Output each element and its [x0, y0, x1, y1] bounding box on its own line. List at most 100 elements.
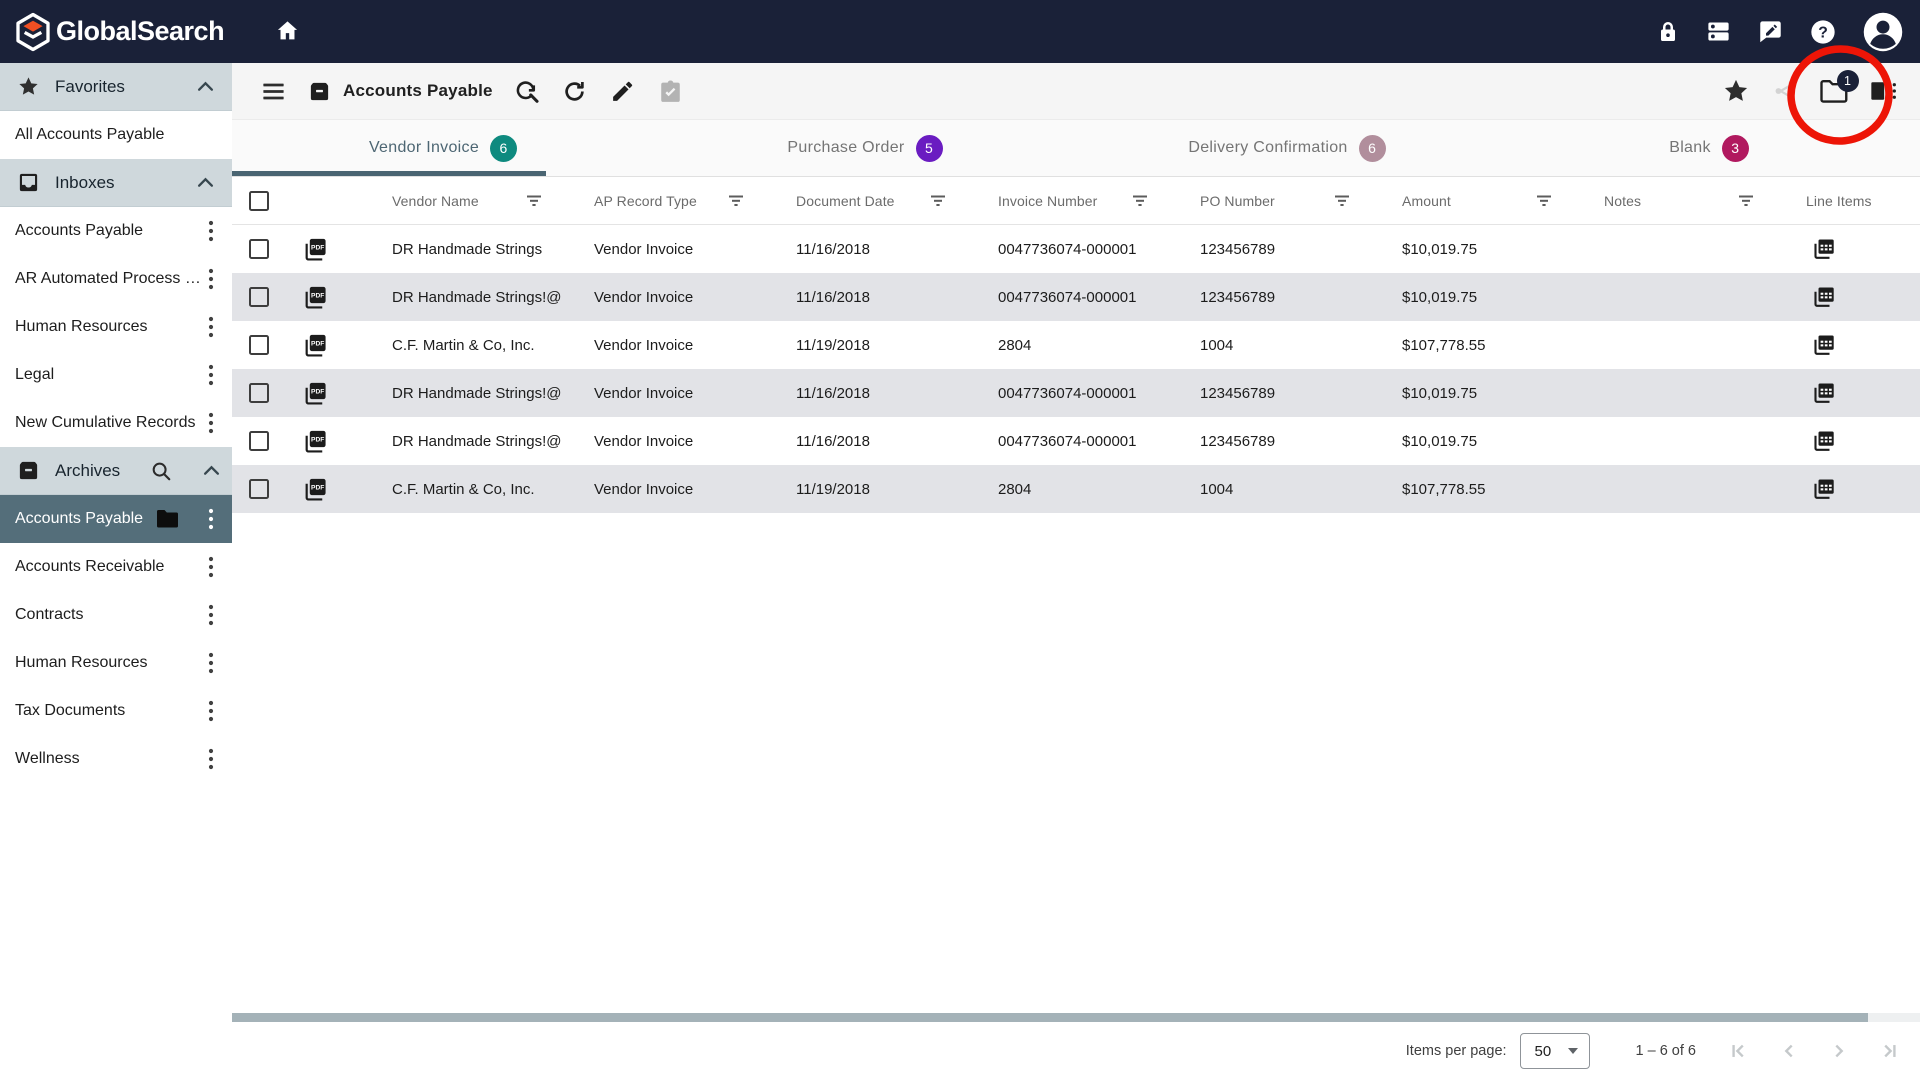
home-button[interactable]: [274, 18, 301, 45]
sidebar-item-new-cumulative-records[interactable]: New Cumulative Records: [0, 399, 232, 447]
pdf-icon[interactable]: [286, 236, 392, 263]
tab-vendor-invoice[interactable]: Vendor Invoice 6: [232, 120, 654, 176]
table-row[interactable]: DR Handmade Strings!@ Vendor Invoice 11/…: [232, 369, 1920, 417]
last-page-button[interactable]: [1876, 1038, 1902, 1064]
chevron-up-icon[interactable]: [197, 81, 214, 92]
first-page-button[interactable]: [1726, 1038, 1752, 1064]
sidebar-item-archive-accounts-payable[interactable]: Accounts Payable: [0, 495, 232, 543]
edit-button[interactable]: [599, 67, 647, 115]
tab-blank[interactable]: Blank 3: [1498, 120, 1920, 176]
cell-invoice-number: 0047736074-000001: [998, 433, 1200, 450]
account-button[interactable]: [1862, 11, 1904, 53]
archives-section-header[interactable]: Archives: [0, 447, 232, 495]
line-items-button[interactable]: [1806, 476, 1920, 502]
sidebar-item-label: Accounts Payable: [15, 222, 143, 240]
table-row[interactable]: DR Handmade Strings!@ Vendor Invoice 11/…: [232, 417, 1920, 465]
tab-purchase-order[interactable]: Purchase Order 5: [654, 120, 1076, 176]
split-view-button[interactable]: [1858, 67, 1907, 115]
kebab-menu-button[interactable]: [208, 700, 214, 722]
horizontal-scrollbar-thumb[interactable]: [232, 1013, 1868, 1022]
cell-invoice-number: 0047736074-000001: [998, 289, 1200, 306]
menu-button[interactable]: [249, 67, 297, 115]
sidebar-item-legal[interactable]: Legal: [0, 351, 232, 399]
kebab-menu-button[interactable]: [208, 556, 214, 578]
kebab-menu-button[interactable]: [208, 364, 214, 386]
sidebar-item-all-accounts-payable[interactable]: All Accounts Payable: [0, 111, 232, 159]
row-checkbox[interactable]: [249, 335, 269, 355]
table-row[interactable]: DR Handmade Strings Vendor Invoice 11/16…: [232, 225, 1920, 273]
sidebar-item-accounts-receivable[interactable]: Accounts Receivable: [0, 543, 232, 591]
kebab-menu-button[interactable]: [208, 268, 214, 290]
kebab-menu-button[interactable]: [208, 412, 214, 434]
inboxes-section-header[interactable]: Inboxes: [0, 159, 232, 207]
star-icon: [1722, 77, 1750, 105]
row-checkbox[interactable]: [249, 239, 269, 259]
tab-count-badge: 6: [490, 135, 517, 162]
kebab-menu-button[interactable]: [208, 220, 214, 242]
filter-icon[interactable]: [525, 194, 543, 208]
help-button[interactable]: ?: [1809, 18, 1837, 46]
kebab-menu-button[interactable]: [208, 748, 214, 770]
filter-icon[interactable]: [1131, 194, 1149, 208]
sidebar-item-tax-documents[interactable]: Tax Documents: [0, 687, 232, 735]
lock-button[interactable]: [1656, 20, 1680, 44]
sidebar-item-wellness[interactable]: Wellness: [0, 735, 232, 783]
favorites-section-header[interactable]: Favorites: [0, 63, 232, 111]
row-checkbox[interactable]: [249, 479, 269, 499]
cell-amount: $107,778.55: [1402, 337, 1604, 354]
sidebar-item-contracts[interactable]: Contracts: [0, 591, 232, 639]
record-type-tabs: Vendor Invoice 6 Purchase Order 5 Delive…: [232, 120, 1920, 177]
tab-delivery-confirmation[interactable]: Delivery Confirmation 6: [1076, 120, 1498, 176]
table-row[interactable]: C.F. Martin & Co, Inc. Vendor Invoice 11…: [232, 465, 1920, 513]
refresh-button[interactable]: [551, 67, 599, 115]
lock-icon: [1656, 20, 1680, 44]
select-all-checkbox[interactable]: [249, 191, 269, 211]
next-page-button[interactable]: [1826, 1038, 1852, 1064]
previous-page-button[interactable]: [1776, 1038, 1802, 1064]
pdf-icon[interactable]: [286, 284, 392, 311]
line-items-button[interactable]: [1806, 236, 1920, 262]
sidebar-item-inbox-human-resources[interactable]: Human Resources: [0, 303, 232, 351]
line-items-button[interactable]: [1806, 380, 1920, 406]
pdf-icon[interactable]: [286, 380, 392, 407]
pdf-icon[interactable]: [286, 476, 392, 503]
favorite-button[interactable]: [1711, 67, 1760, 115]
pdf-icon[interactable]: [286, 332, 392, 359]
horizontal-scrollbar[interactable]: [232, 1013, 1920, 1022]
tab-label: Vendor Invoice: [369, 139, 479, 157]
table-row[interactable]: C.F. Martin & Co, Inc. Vendor Invoice 11…: [232, 321, 1920, 369]
filter-icon[interactable]: [1737, 194, 1755, 208]
sidebar-item-ar-automated-process[interactable]: AR Automated Process …: [0, 255, 232, 303]
filter-icon[interactable]: [929, 194, 947, 208]
share-button[interactable]: [1760, 67, 1809, 115]
cell-po-number: 123456789: [1200, 385, 1402, 402]
server-list-button[interactable]: [1705, 18, 1732, 45]
row-checkbox[interactable]: [249, 383, 269, 403]
verify-button[interactable]: [647, 67, 695, 115]
sidebar-item-archive-human-resources[interactable]: Human Resources: [0, 639, 232, 687]
line-items-button[interactable]: [1806, 284, 1920, 310]
page-size-select[interactable]: 50: [1520, 1033, 1590, 1069]
line-items-button[interactable]: [1806, 332, 1920, 358]
filter-icon[interactable]: [727, 194, 745, 208]
kebab-menu-button[interactable]: [208, 604, 214, 626]
line-items-button[interactable]: [1806, 428, 1920, 454]
column-header-ap-record-type: AP Record Type: [594, 193, 796, 209]
pdf-icon[interactable]: [286, 428, 392, 455]
feedback-button[interactable]: [1757, 18, 1784, 45]
filter-icon[interactable]: [1333, 194, 1351, 208]
table-row[interactable]: DR Handmade Strings!@ Vendor Invoice 11/…: [232, 273, 1920, 321]
kebab-menu-button[interactable]: [208, 316, 214, 338]
row-checkbox[interactable]: [249, 287, 269, 307]
kebab-menu-button[interactable]: [208, 652, 214, 674]
search-icon[interactable]: [150, 460, 172, 482]
open-documents-button[interactable]: 1: [1809, 67, 1858, 115]
chevron-up-icon[interactable]: [197, 177, 214, 188]
chevron-up-icon[interactable]: [203, 465, 220, 476]
sidebar-item-label: Contracts: [15, 606, 83, 624]
filter-icon[interactable]: [1535, 194, 1553, 208]
search-again-button[interactable]: [503, 67, 551, 115]
sidebar-item-inbox-accounts-payable[interactable]: Accounts Payable: [0, 207, 232, 255]
row-checkbox[interactable]: [249, 431, 269, 451]
kebab-menu-button[interactable]: [208, 508, 214, 530]
